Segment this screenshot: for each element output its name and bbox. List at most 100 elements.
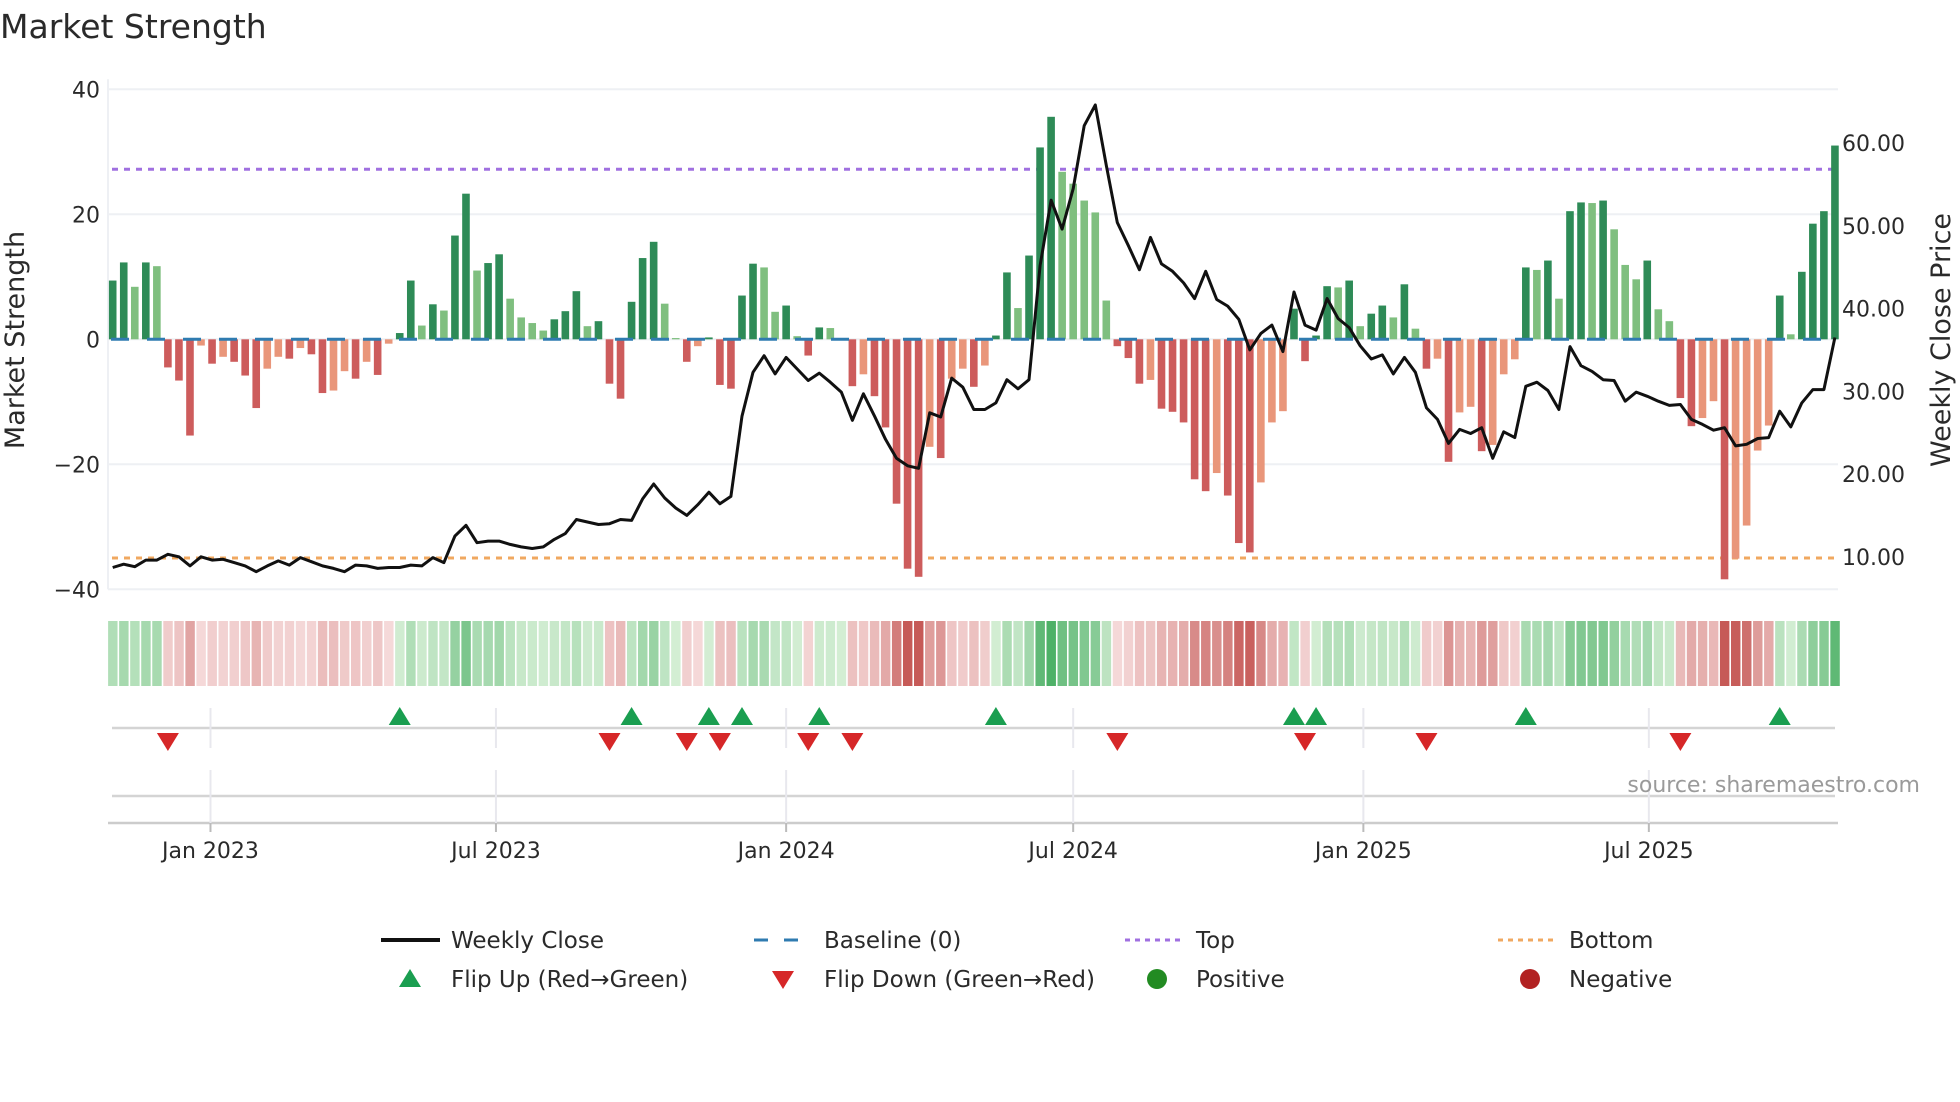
strength-bar bbox=[1499, 339, 1508, 375]
strip-cell bbox=[1797, 621, 1807, 686]
strength-bar bbox=[1201, 339, 1210, 492]
strip-cell bbox=[1278, 621, 1288, 686]
circle-icon bbox=[1520, 969, 1540, 989]
strength-bar bbox=[1533, 269, 1541, 340]
strip-cell bbox=[1355, 621, 1366, 686]
flip-up-icon bbox=[1514, 707, 1537, 725]
strength-bar bbox=[1665, 321, 1674, 340]
flip-down-icon bbox=[675, 733, 698, 751]
strip-cell bbox=[1730, 621, 1741, 686]
strip-cell bbox=[880, 621, 891, 686]
strength-bar bbox=[903, 339, 912, 569]
strip-cell bbox=[1366, 621, 1377, 686]
strength-bar bbox=[682, 339, 691, 362]
right-tick-label: 60.00 bbox=[1842, 132, 1905, 157]
strength-bar bbox=[815, 327, 824, 340]
strength-bar bbox=[605, 339, 614, 384]
strip-cell bbox=[814, 621, 825, 686]
strength-bar bbox=[1643, 260, 1652, 340]
strength-bar bbox=[760, 267, 768, 340]
strip-cell bbox=[439, 621, 449, 686]
flip-down-icon bbox=[1106, 733, 1129, 751]
strength-bar bbox=[1058, 171, 1066, 340]
strength-bar bbox=[1555, 298, 1563, 340]
left-tick-label: −40 bbox=[54, 578, 100, 603]
strip-cell bbox=[1223, 621, 1233, 686]
x-axis: Jan 2023 Jul 2023 Jan 2024 Jul 2024 Jan 2025… bbox=[108, 708, 1838, 864]
legend-item: Top bbox=[1125, 928, 1235, 954]
strip-cell bbox=[925, 621, 935, 686]
strip-cell bbox=[1664, 621, 1675, 686]
x-tick-label: Jul 2024 bbox=[1026, 839, 1118, 864]
strip-cell bbox=[240, 621, 251, 686]
x-tick-label: Jan 2025 bbox=[1313, 839, 1412, 864]
strip-cell bbox=[1421, 621, 1432, 686]
strip-cell bbox=[306, 621, 317, 686]
strength-bar bbox=[870, 339, 879, 397]
legend-label: Positive bbox=[1196, 967, 1285, 993]
strip-cell bbox=[384, 621, 394, 686]
strength-bar bbox=[186, 339, 194, 436]
strip-cell bbox=[1819, 621, 1829, 686]
right-tick-label: 40.00 bbox=[1842, 298, 1905, 323]
strength-bar bbox=[1301, 339, 1309, 362]
strip-cell bbox=[461, 621, 471, 686]
strip-cell bbox=[1598, 621, 1608, 686]
strip-cell bbox=[726, 621, 736, 686]
strip-cell bbox=[185, 621, 195, 686]
strip-cell bbox=[1532, 621, 1542, 686]
x-tick-label: Jan 2023 bbox=[160, 839, 259, 864]
strip-cell bbox=[1013, 621, 1023, 686]
strip-cell bbox=[1201, 621, 1211, 686]
strength-bar bbox=[1742, 339, 1751, 526]
flip-up-icon bbox=[1282, 707, 1305, 725]
strip-cell bbox=[527, 621, 538, 686]
legend-label: Top bbox=[1195, 928, 1235, 954]
strip-cell bbox=[604, 621, 615, 686]
strip-cell bbox=[626, 621, 637, 686]
strip-cell bbox=[1697, 621, 1708, 686]
strength-bar bbox=[1389, 317, 1398, 340]
strength-bar bbox=[1378, 305, 1387, 340]
strength-bar bbox=[1764, 339, 1773, 426]
strip-cell bbox=[1101, 621, 1112, 686]
strength-bar bbox=[462, 193, 470, 340]
flip-up-icon bbox=[730, 707, 753, 725]
strip-cell bbox=[980, 621, 990, 686]
strength-bar bbox=[329, 339, 338, 391]
strip-cell bbox=[229, 621, 239, 686]
strip-cell bbox=[1002, 621, 1012, 686]
flip-up-icon bbox=[1768, 707, 1791, 725]
strip-cell bbox=[1454, 621, 1465, 686]
triangle-down-icon bbox=[772, 971, 794, 989]
strength-bar bbox=[1610, 229, 1618, 340]
strip-cell bbox=[1565, 621, 1575, 686]
legend-label: Flip Up (Red→Green) bbox=[451, 967, 688, 993]
strip-cell bbox=[958, 621, 968, 686]
strip-cell bbox=[803, 621, 814, 686]
strength-bar bbox=[219, 339, 227, 357]
strip-cell bbox=[108, 621, 118, 686]
strip-cell bbox=[1443, 621, 1454, 686]
strip-cell bbox=[593, 621, 604, 686]
strength-bar bbox=[1157, 339, 1166, 409]
flip-down-icon bbox=[1415, 733, 1438, 751]
strip-cell bbox=[1112, 621, 1123, 686]
strip-cell bbox=[638, 621, 648, 686]
strength-bar bbox=[1025, 255, 1033, 340]
strength-bar bbox=[1577, 202, 1585, 340]
strip-cell bbox=[1344, 621, 1355, 686]
right-axis-title: Weekly Close Price bbox=[1926, 213, 1957, 467]
strip-cell bbox=[1289, 621, 1299, 686]
strength-bar bbox=[307, 339, 316, 355]
strength-bar bbox=[252, 339, 261, 409]
flip-down-icon bbox=[708, 733, 731, 751]
strip-cell bbox=[1488, 621, 1498, 686]
strip-cell bbox=[1675, 621, 1686, 686]
strength-bar bbox=[495, 254, 503, 340]
legend-label: Bottom bbox=[1569, 928, 1653, 954]
strip-cell bbox=[1653, 621, 1664, 686]
strip-cell bbox=[715, 621, 725, 686]
strip-cell bbox=[582, 621, 593, 686]
strength-bar bbox=[550, 319, 559, 340]
